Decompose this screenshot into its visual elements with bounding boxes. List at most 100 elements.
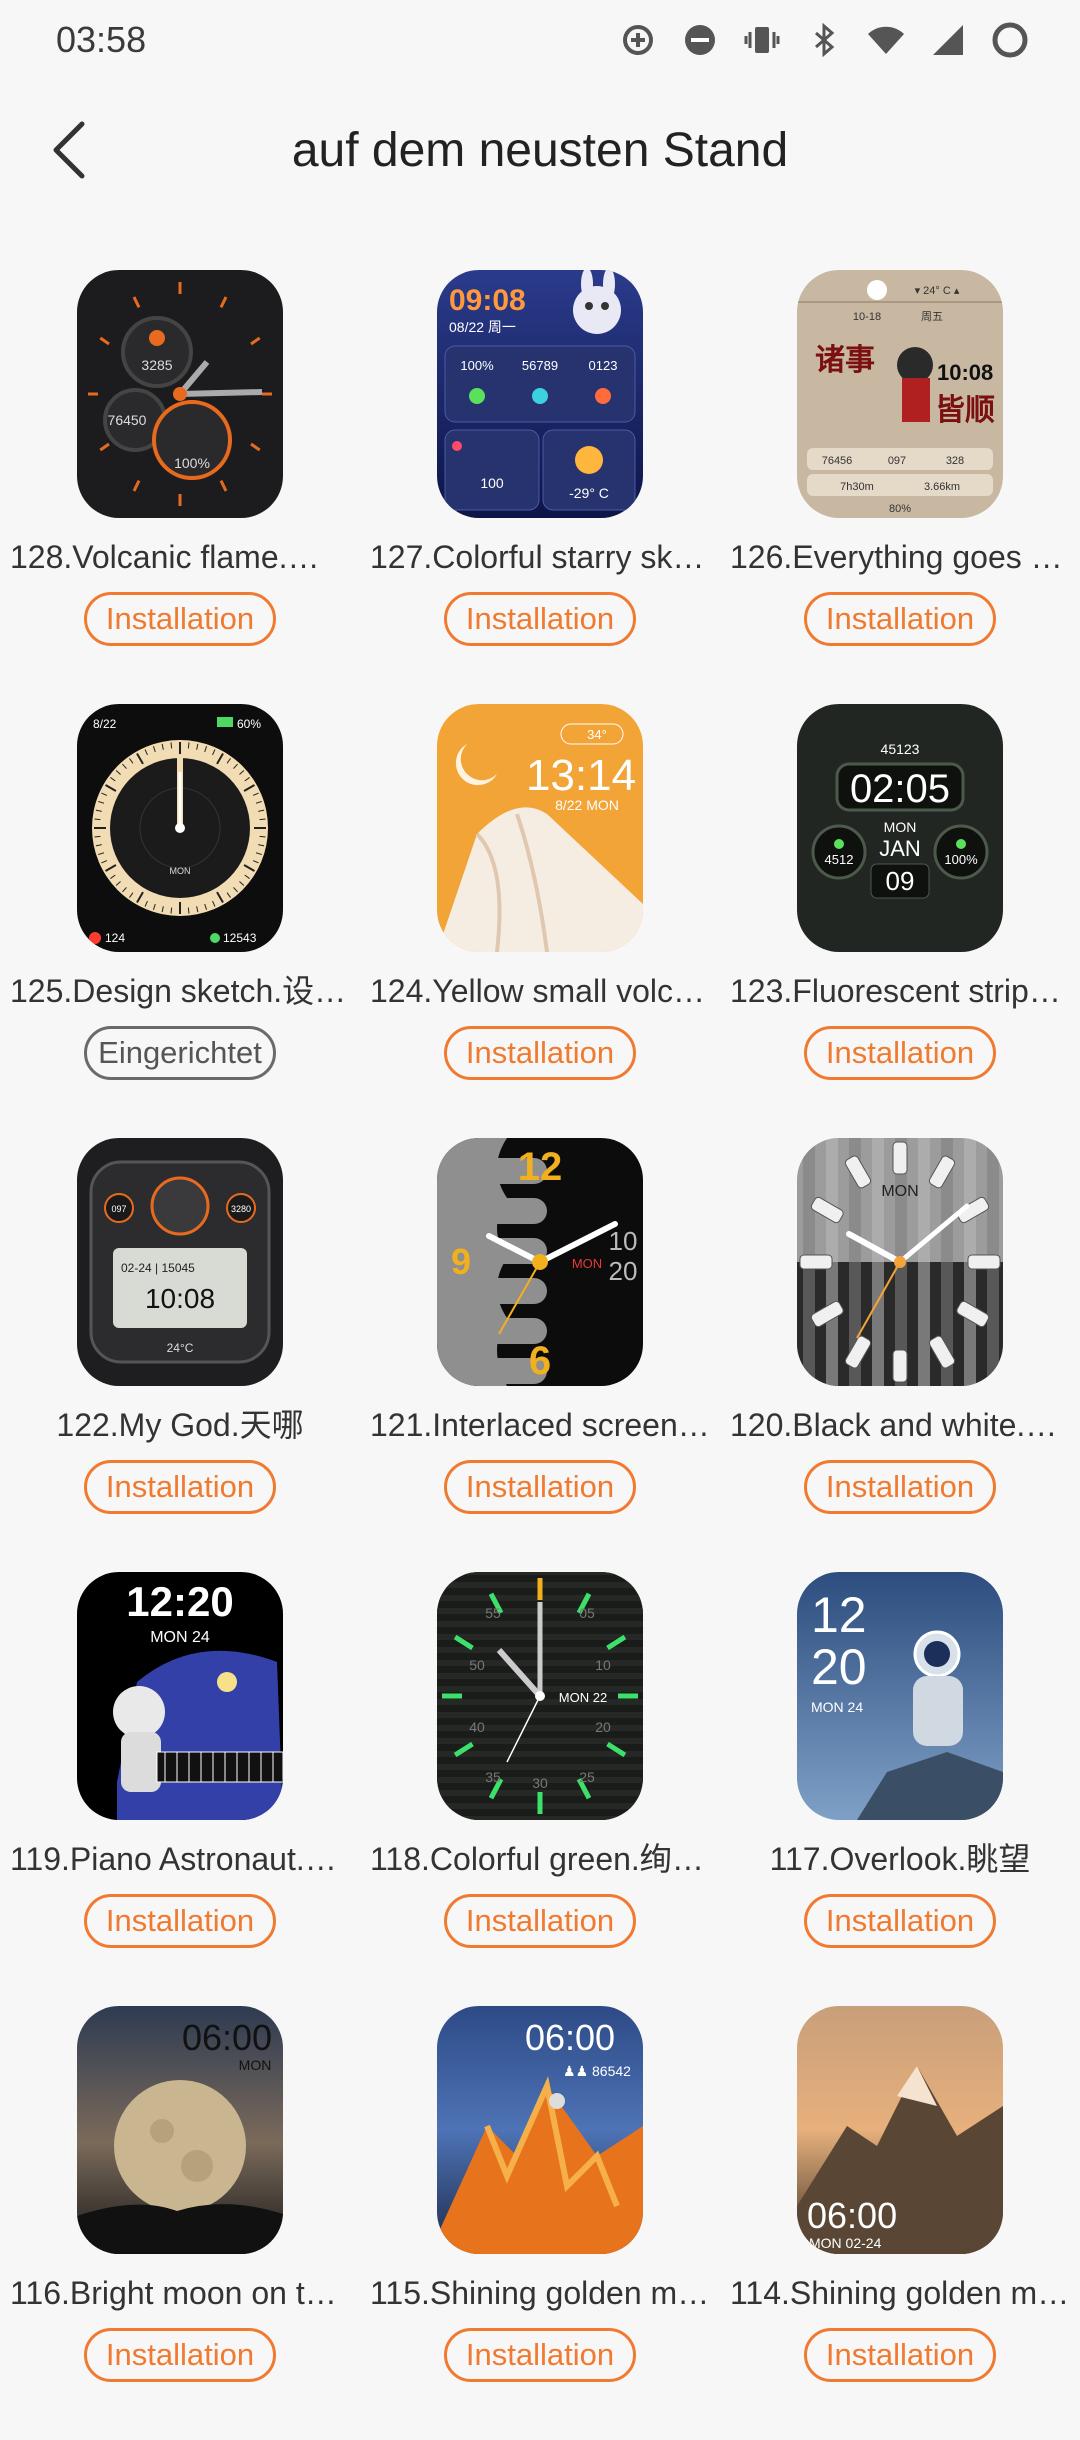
svg-text:30: 30 xyxy=(532,1775,548,1791)
svg-text:10-18: 10-18 xyxy=(853,311,881,323)
watch-face-name: 127.Colorful starry sky.绚丽星空 xyxy=(370,539,710,575)
svg-text:80%: 80% xyxy=(889,503,911,515)
watch-face-card[interactable]: 09:08 08/22 周一 100% 56789 0123 100 -29° C 1… xyxy=(360,270,720,704)
svg-text:24°C: 24°C xyxy=(167,1341,194,1355)
svg-text:诸事: 诸事 xyxy=(815,343,875,378)
watch-face-preview[interactable]: 06:00 MON 02-24 xyxy=(797,2006,1003,2254)
svg-text:60%: 60% xyxy=(237,717,261,731)
watch-face-name: 123.Fluorescent stripes.荧光条纹 xyxy=(730,973,1070,1009)
watch-face-name: 114.Shining golden mountain.日照金山 xyxy=(730,2275,1070,2311)
svg-text:13:14: 13:14 xyxy=(526,751,636,800)
svg-text:12: 12 xyxy=(518,1145,563,1189)
watch-face-preview[interactable]: 09:08 08/22 周一 100% 56789 0123 100 -29° C xyxy=(437,270,643,518)
svg-text:MON: MON xyxy=(170,866,191,876)
svg-text:MON 02-24: MON 02-24 xyxy=(809,2235,882,2251)
watch-face-card[interactable]: 45123 02:05 MON JAN 09 4512 100% 123.Fluore… xyxy=(720,704,1080,1138)
svg-text:40: 40 xyxy=(469,1719,485,1735)
watch-face-name: 128.Volcanic flame.火山烈焰 xyxy=(10,539,350,575)
svg-text:02-24 | 15045: 02-24 | 15045 xyxy=(121,1261,195,1275)
watch-face-name: 120.Black and white.黑白 xyxy=(730,1407,1070,1443)
watch-face-card[interactable]: 8/22 60% MON 124 12543 125.Design sketch.… xyxy=(0,704,360,1138)
watch-face-preview[interactable]: 8/22 60% MON 124 12543 xyxy=(77,704,283,952)
watch-face-card[interactable]: MON 120.Black and white.黑白 Installation xyxy=(720,1138,1080,1572)
svg-text:6: 6 xyxy=(529,1339,551,1383)
watch-face-card[interactable]: 06:00 ♟♟ 86542 115.Shining golden mountain… xyxy=(360,2006,720,2440)
svg-text:20: 20 xyxy=(609,1256,638,1286)
watch-face-preview[interactable]: 097 3280 02-24 | 15045 10:08 24°C xyxy=(77,1138,283,1386)
install-button[interactable]: Installation xyxy=(804,2328,996,2382)
svg-text:097: 097 xyxy=(888,455,906,467)
svg-text:♟♟ 86542: ♟♟ 86542 xyxy=(563,2063,631,2079)
vibrate-icon xyxy=(742,20,782,60)
svg-text:12: 12 xyxy=(811,1587,867,1643)
status-icons xyxy=(618,20,1030,60)
svg-text:MON: MON xyxy=(881,1183,918,1200)
install-button[interactable]: Installation xyxy=(84,2328,276,2382)
watch-face-preview[interactable]: 45123 02:05 MON JAN 09 4512 100% xyxy=(797,704,1003,952)
watch-face-preview[interactable]: 55 05 50 10 40 20 35 30 25 MON 22 xyxy=(437,1572,643,1820)
battery-ring-icon xyxy=(990,20,1030,60)
svg-text:20: 20 xyxy=(595,1719,611,1735)
watch-face-card[interactable]: 06:00MON 116.Bright moon on the sea.海上明月… xyxy=(0,2006,360,2440)
svg-text:10:08: 10:08 xyxy=(145,1283,215,1314)
watch-face-card[interactable]: 097 3280 02-24 | 15045 10:08 24°C 122.My Go… xyxy=(0,1138,360,1572)
install-button[interactable]: Installation xyxy=(84,1460,276,1514)
install-button[interactable]: Installation xyxy=(444,1460,636,1514)
dnd-icon xyxy=(680,20,720,60)
watch-face-name: 117.Overlook.眺望 xyxy=(769,1841,1031,1877)
back-button[interactable] xyxy=(36,116,104,184)
svg-text:JAN: JAN xyxy=(879,836,921,861)
watch-face-card[interactable]: 12 9 6 1020 MON 121.Interlaced screen.交错屏幕… xyxy=(360,1138,720,1572)
svg-text:100%: 100% xyxy=(174,455,210,471)
watch-face-card[interactable]: 34° 13:14 8/22 MON 124.Yellow small volcan… xyxy=(360,704,720,1138)
install-button[interactable]: Installation xyxy=(84,592,276,646)
install-button[interactable]: Installation xyxy=(804,592,996,646)
svg-text:09:08: 09:08 xyxy=(449,284,526,317)
svg-text:MON 22: MON 22 xyxy=(559,1690,607,1705)
bluetooth-icon xyxy=(804,20,844,60)
watch-face-card[interactable]: 12 20 MON 24 117.Overlook.眺望 Installation xyxy=(720,1572,1080,2006)
svg-text:12543: 12543 xyxy=(223,931,257,945)
watch-face-preview[interactable]: 34° 13:14 8/22 MON xyxy=(437,704,643,952)
watch-face-name: 116.Bright moon on the sea.海上明月 xyxy=(10,2275,350,2311)
install-button[interactable]: Installation xyxy=(444,1894,636,1948)
svg-text:06:00: 06:00 xyxy=(525,2017,615,2058)
watch-face-preview[interactable]: 06:00 ♟♟ 86542 xyxy=(437,2006,643,2254)
watch-face-card[interactable]: ▾ 24° C ▴ 10-18 周五 诸事 10:08 皆顺 76456 097 32… xyxy=(720,270,1080,704)
watch-face-card[interactable]: 06:00 MON 02-24 114.Shining golden mounta… xyxy=(720,2006,1080,2440)
watch-face-card[interactable]: 12:20 MON 24 119.Piano Astronaut.钢琴宇航员 Ins… xyxy=(0,1572,360,2006)
watch-face-preview[interactable]: 12 9 6 10 20 MON xyxy=(437,1138,643,1386)
svg-text:08/22 周一: 08/22 周一 xyxy=(449,319,516,335)
svg-text:45123: 45123 xyxy=(881,741,920,757)
svg-text:3285: 3285 xyxy=(141,357,172,373)
svg-text:328: 328 xyxy=(946,455,964,467)
install-button[interactable]: Installation xyxy=(804,1460,996,1514)
install-button[interactable]: Installation xyxy=(84,1894,276,1948)
status-time: 03:58 xyxy=(56,19,147,60)
svg-text:09: 09 xyxy=(886,866,915,896)
svg-text:MON: MON xyxy=(884,819,917,835)
watch-face-name: 126.Everything goes smoothly.诸事皆顺 xyxy=(730,539,1070,575)
install-button[interactable]: Installation xyxy=(444,2328,636,2382)
watch-face-preview[interactable]: 06:00 MON xyxy=(77,2006,283,2254)
watch-face-preview[interactable]: 12:20 MON 24 xyxy=(77,1572,283,1820)
svg-text:100: 100 xyxy=(480,475,504,491)
watch-face-name: 118.Colorful green.绚丽绿色 xyxy=(370,1841,710,1877)
watch-face-card[interactable]: 55 05 50 10 40 20 35 30 25 MON 22 118.Colorful … xyxy=(360,1572,720,2006)
svg-text:10:08: 10:08 xyxy=(937,360,993,385)
watch-face-name: 122.My God.天哪 xyxy=(56,1407,304,1443)
svg-text:06:00: 06:00 xyxy=(182,2017,272,2058)
installed-button[interactable]: Eingerichtet xyxy=(84,1026,276,1080)
watch-face-preview[interactable]: MON xyxy=(797,1138,1003,1386)
svg-text:4512: 4512 xyxy=(825,852,854,867)
watch-face-preview[interactable]: 12 20 MON 24 xyxy=(797,1572,1003,1820)
watch-face-card[interactable]: 3285 76450 100% 128.Volcanic flame.火山烈焰 Ins… xyxy=(0,270,360,704)
svg-text:097: 097 xyxy=(111,1204,126,1214)
install-button[interactable]: Installation xyxy=(804,1026,996,1080)
install-button[interactable]: Installation xyxy=(804,1894,996,1948)
watch-face-preview[interactable]: ▾ 24° C ▴ 10-18 周五 诸事 10:08 皆顺 76456 097 32… xyxy=(797,270,1003,518)
watch-face-preview[interactable]: 3285 76450 100% xyxy=(77,270,283,518)
install-button[interactable]: Installation xyxy=(444,592,636,646)
install-button[interactable]: Installation xyxy=(444,1026,636,1080)
svg-text:周五: 周五 xyxy=(921,310,943,323)
